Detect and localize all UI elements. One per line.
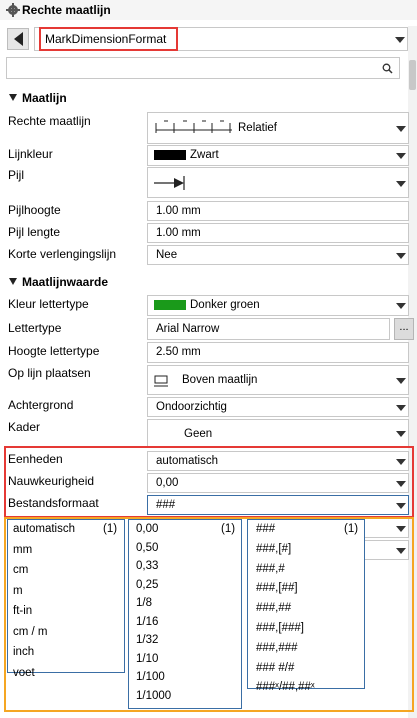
lettertype-field[interactable]: Arial Narrow	[147, 318, 390, 340]
achtergrond-select[interactable]: Ondoorzichtig	[147, 397, 409, 417]
search-input[interactable]	[6, 57, 400, 79]
precision-option[interactable]: 0,50	[136, 542, 158, 554]
precision-option[interactable]: 1/32	[136, 634, 158, 646]
pijl-select[interactable]	[147, 167, 409, 198]
format-badge: (1)	[344, 523, 359, 535]
pijl-label: Pijl	[8, 168, 25, 182]
op-lijn-plaatsen-value: Boven maatlijn	[182, 374, 258, 386]
text-position-icon	[154, 375, 168, 387]
lettertype-label: Lettertype	[8, 321, 62, 335]
precision-option[interactable]: 1/8	[136, 597, 152, 609]
browse-font-label: ...	[399, 321, 409, 333]
kleur-lettertype-label: Kleur lettertype	[8, 297, 89, 311]
pijlhoogte-label: Pijlhoogte	[8, 203, 61, 217]
format-option[interactable]: ###,[##]	[256, 582, 298, 594]
units-option[interactable]: inch	[13, 646, 34, 658]
units-option[interactable]: mm	[13, 544, 32, 556]
precision-option[interactable]: 0,25	[136, 579, 158, 591]
kleur-lettertype-select[interactable]: Donker groen	[147, 295, 409, 316]
format-option[interactable]: ###	[256, 523, 275, 535]
kader-value: Geen	[184, 428, 213, 440]
units-dropdown-list[interactable]: (1) automatisch mm cm m ft-in cm / m inch voet	[7, 519, 125, 679]
section-maatlijnwaarde[interactable]: Maatlijnwaarde	[22, 275, 108, 289]
section-maatlijn[interactable]: Maatlijn	[22, 91, 67, 105]
units-highlight	[4, 446, 414, 518]
units-option[interactable]: automatisch	[13, 523, 75, 535]
units-option[interactable]: ft-in	[13, 605, 32, 617]
lijnkleur-value: Zwart	[190, 149, 219, 161]
format-option[interactable]: ###,[#]	[256, 543, 291, 555]
units-badge: (1)	[103, 523, 118, 535]
gear-icon	[6, 3, 20, 17]
achtergrond-value: Ondoorzichtig	[156, 401, 227, 413]
precision-option[interactable]: 1/100	[136, 671, 165, 683]
units-option[interactable]: cm / m	[13, 626, 48, 638]
korte-verlengingslijn-select[interactable]: Nee	[147, 245, 409, 265]
lettertype-value: Arial Narrow	[156, 323, 220, 335]
hoogte-lettertype-label: Hoogte lettertype	[8, 344, 100, 358]
search-icon	[382, 63, 393, 74]
precision-option[interactable]: 1/1000	[136, 690, 171, 702]
precision-option[interactable]: 0,33	[136, 560, 158, 572]
precision-option[interactable]: 0,00	[136, 523, 158, 535]
lijnkleur-select[interactable]: Zwart	[147, 145, 409, 166]
pijl-lengte-value: 1.00 mm	[156, 227, 201, 239]
collapse-icon[interactable]	[9, 94, 17, 101]
format-option[interactable]: ###,##	[256, 602, 291, 614]
title-bar: Rechte maatlijn	[0, 0, 417, 20]
window-title: Rechte maatlijn	[22, 3, 111, 17]
browse-font-button[interactable]: ...	[394, 318, 414, 340]
achtergrond-label: Achtergrond	[8, 398, 74, 412]
format-option[interactable]: ###,#	[256, 563, 285, 575]
dimension-style-icon	[155, 120, 232, 133]
kader-select[interactable]: Geen	[147, 419, 409, 447]
pijl-lengte-label: Pijl lengte	[8, 225, 61, 239]
precision-dropdown-list[interactable]: (1) 0,00 0,50 0,33 0,25 1/8 1/16 1/32 1/10 1/100…	[128, 519, 242, 709]
chevron-down-icon	[396, 431, 406, 437]
hoogte-lettertype-value: 2.50 mm	[156, 346, 201, 358]
scrollbar-thumb[interactable]	[409, 60, 416, 90]
back-arrow-icon	[14, 32, 23, 46]
precision-option[interactable]: 1/10	[136, 653, 158, 665]
format-highlight	[39, 27, 178, 51]
color-swatch	[154, 300, 186, 310]
chevron-down-icon	[396, 181, 406, 187]
format-option[interactable]: ###,###	[256, 642, 298, 654]
op-lijn-plaatsen-label: Op lijn plaatsen	[8, 366, 91, 380]
chevron-down-icon	[396, 303, 406, 309]
units-option[interactable]: voet	[13, 667, 35, 679]
kader-label: Kader	[8, 420, 41, 434]
rechte-maatlijn-label: Rechte maatlijn	[8, 114, 91, 128]
back-button[interactable]	[7, 28, 29, 50]
units-option[interactable]: cm	[13, 564, 28, 576]
hoogte-lettertype-field[interactable]: 2.50 mm	[147, 342, 409, 363]
arrow-style-icon	[154, 176, 185, 190]
format-option[interactable]: ###ˣ/##,##ˣ	[256, 681, 315, 693]
pijlhoogte-value: 1.00 mm	[156, 205, 201, 217]
format-option[interactable]: ###,[###]	[256, 622, 304, 634]
pijlhoogte-field[interactable]: 1.00 mm	[147, 201, 409, 221]
format-dropdown-list[interactable]: (1) ### ###,[#] ###,# ###,[##] ###,## ###,[##…	[247, 519, 365, 693]
korte-verlengingslijn-label: Korte verlengingslijn	[8, 247, 117, 261]
precision-option[interactable]: 1/16	[136, 616, 158, 628]
rechte-maatlijn-value: Relatief	[238, 122, 277, 134]
chevron-down-icon	[396, 405, 406, 411]
op-lijn-plaatsen-select[interactable]: Boven maatlijn	[147, 365, 409, 395]
precision-badge: (1)	[221, 523, 236, 535]
lijnkleur-label: Lijnkleur	[8, 147, 53, 161]
chevron-down-icon	[396, 253, 406, 259]
korte-verlengingslijn-value: Nee	[156, 249, 178, 261]
color-swatch	[154, 150, 186, 160]
chevron-down-icon	[396, 126, 406, 132]
chevron-down-icon	[395, 37, 405, 43]
kleur-lettertype-value: Donker groen	[190, 299, 260, 311]
chevron-down-icon	[396, 378, 406, 384]
pijl-lengte-field[interactable]: 1.00 mm	[147, 223, 409, 243]
units-option[interactable]: m	[13, 585, 23, 597]
format-option[interactable]: ### #/#	[256, 662, 294, 674]
rechte-maatlijn-select[interactable]: Relatief	[147, 112, 409, 144]
chevron-down-icon	[396, 153, 406, 159]
collapse-icon[interactable]	[9, 278, 17, 285]
